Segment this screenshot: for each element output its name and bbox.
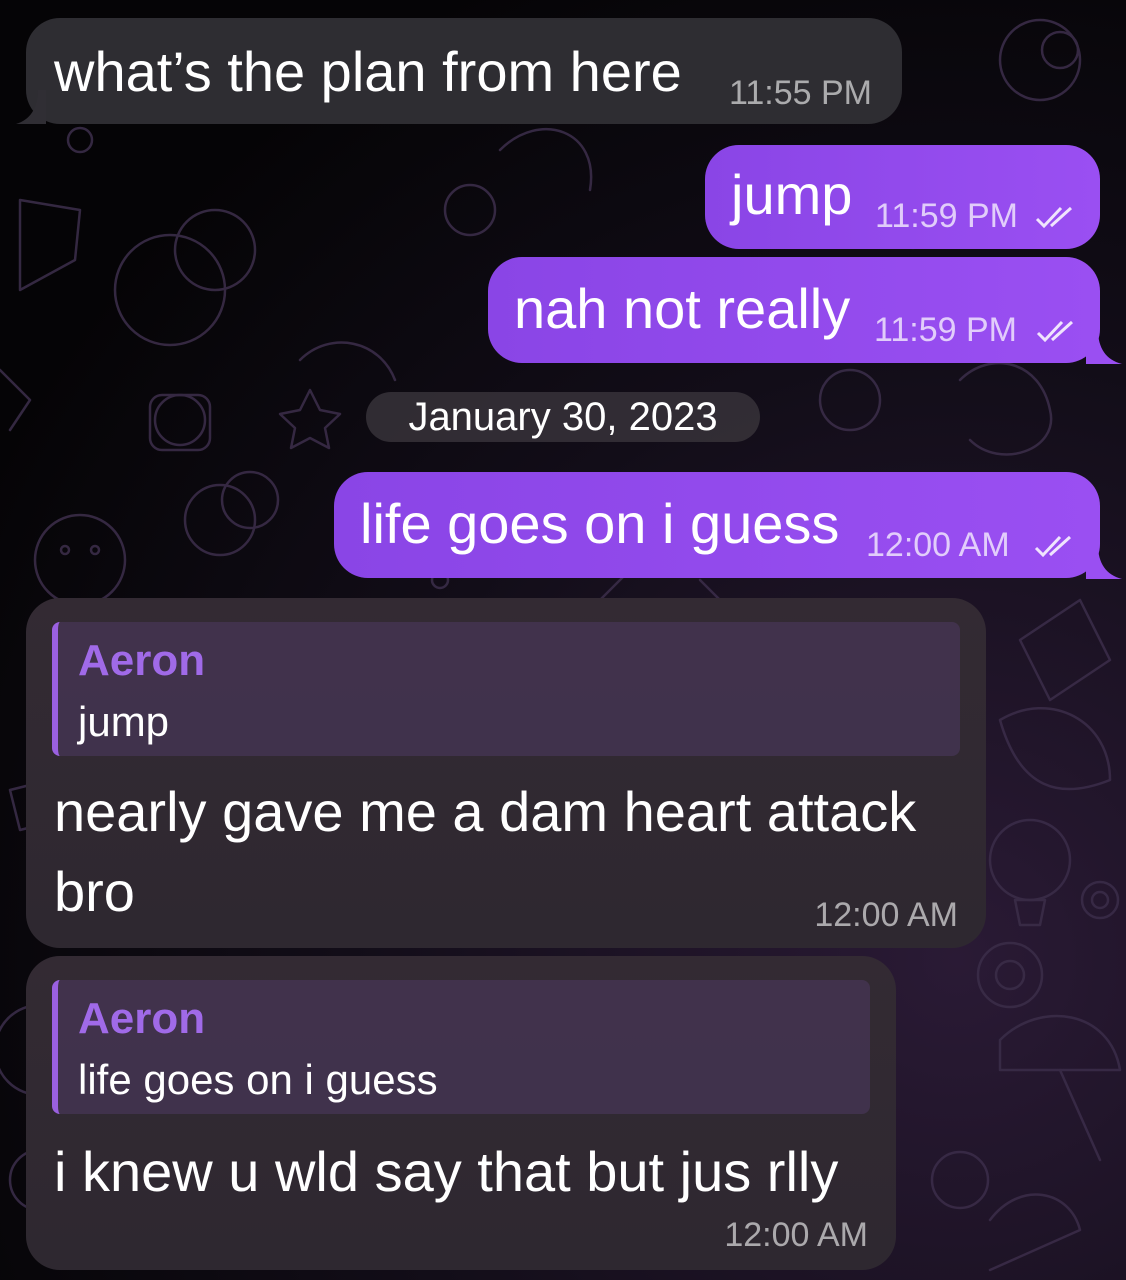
date-divider: January 30, 2023 — [366, 392, 760, 442]
message-timestamp: 12:00 AM — [866, 526, 1010, 564]
reply-quote[interactable]: Aeron life goes on i guess — [52, 980, 870, 1114]
message-timestamp: 12:00 AM — [814, 896, 958, 934]
message-bubble-outgoing[interactable]: jump 11:59 PM — [705, 145, 1100, 249]
message-bubble-incoming[interactable]: Aeron life goes on i guess i knew u wld … — [26, 956, 896, 1270]
message-text: life goes on i guess — [360, 492, 840, 555]
message-timestamp: 12:00 AM — [724, 1216, 868, 1254]
message-bubble-incoming[interactable]: what’s the plan from here 11:55 PM — [26, 18, 902, 124]
message-text-line: nearly gave me a dam heart attack — [54, 780, 917, 843]
message-bubble-outgoing[interactable]: nah not really 11:59 PM — [488, 257, 1100, 363]
reply-author: Aeron — [78, 994, 206, 1043]
double-check-icon — [1034, 535, 1072, 558]
message-timestamp: 11:59 PM — [874, 311, 1018, 349]
chat-background: what’s the plan from here 11:55 PM jump … — [0, 0, 1126, 1280]
reply-text: life goes on i guess — [78, 1056, 438, 1103]
message-text: jump — [731, 163, 853, 226]
reply-text: jump — [78, 698, 170, 745]
message-text: i knew u wld say that but jus rlly — [54, 1140, 839, 1203]
message-text: what’s the plan from here — [54, 40, 682, 103]
bubble-tail — [1086, 545, 1122, 579]
message-timestamp: 11:55 PM — [728, 74, 872, 112]
message-bubble-outgoing[interactable]: life goes on i guess 12:00 AM — [334, 472, 1100, 578]
message-bubble-incoming[interactable]: Aeron jump nearly gave me a dam heart at… — [26, 598, 986, 948]
message-timestamp: 11:59 PM — [875, 197, 1019, 235]
double-check-icon — [1036, 320, 1074, 343]
reply-author: Aeron — [78, 636, 206, 685]
bubble-tail — [16, 90, 46, 124]
reply-quote[interactable]: Aeron jump — [52, 622, 960, 756]
message-text-line: bro — [54, 860, 135, 923]
bubble-tail — [1086, 330, 1122, 364]
message-text: nah not really — [514, 277, 851, 340]
double-check-icon — [1035, 206, 1073, 229]
